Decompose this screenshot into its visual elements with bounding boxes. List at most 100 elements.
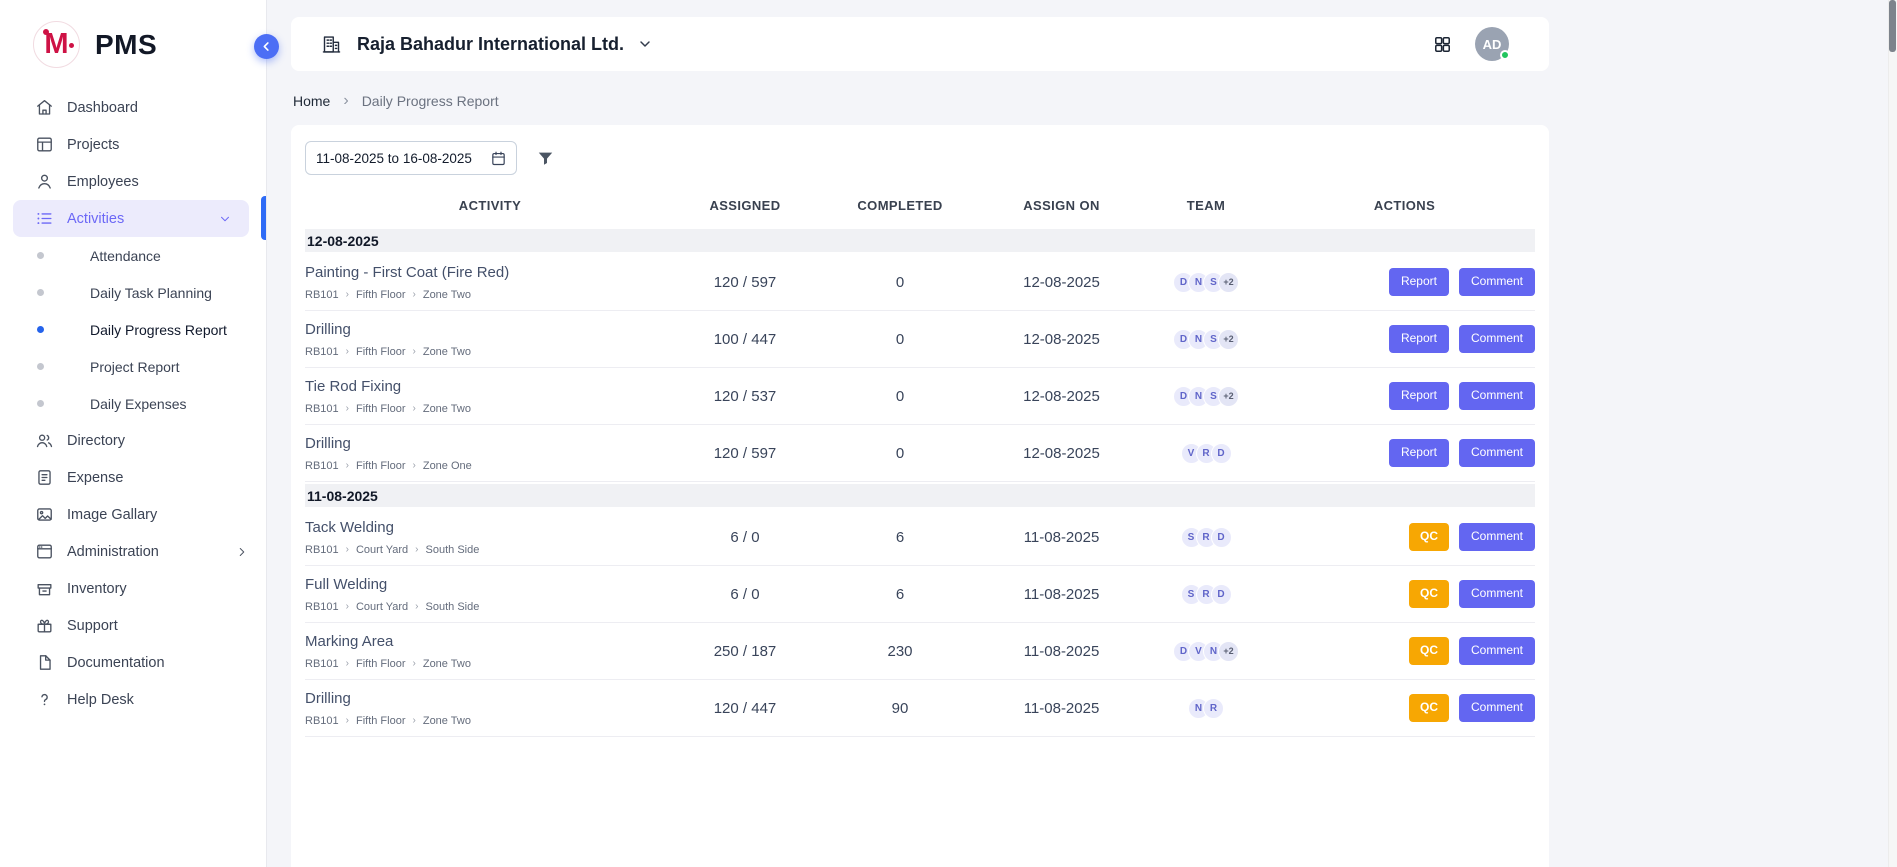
- user-avatar[interactable]: AD: [1475, 27, 1509, 61]
- assigned-value: 250 / 187: [675, 643, 815, 660]
- activity-title: Drilling: [305, 435, 675, 452]
- comment-button[interactable]: Comment: [1459, 637, 1535, 665]
- completed-value: 0: [815, 445, 985, 462]
- comment-button[interactable]: Comment: [1459, 439, 1535, 467]
- team-avatar: D: [1211, 584, 1232, 605]
- comment-button[interactable]: Comment: [1459, 523, 1535, 551]
- chevron-down-icon[interactable]: [637, 36, 653, 52]
- sidebar-item-directory[interactable]: Directory: [0, 422, 266, 459]
- date-range-input[interactable]: 11-08-2025 to 16-08-2025: [305, 141, 517, 175]
- sidebar-item-inventory[interactable]: Inventory: [0, 570, 266, 607]
- company-selector[interactable]: Raja Bahadur International Ltd.: [357, 34, 624, 55]
- actions-cell: QC Comment: [1274, 580, 1535, 608]
- actions-cell: Report Comment: [1274, 268, 1535, 296]
- report-button[interactable]: Report: [1389, 325, 1449, 353]
- chevron-right-icon: ›: [346, 658, 349, 669]
- table-row: Tie Rod Fixing RB101›Fifth Floor›Zone Tw…: [305, 368, 1535, 425]
- chevron-right-icon: ›: [346, 544, 349, 555]
- comment-button[interactable]: Comment: [1459, 382, 1535, 410]
- qc-button[interactable]: QC: [1409, 580, 1449, 608]
- sidebar-item-label: Employees: [67, 174, 139, 190]
- completed-value: 6: [815, 529, 985, 546]
- location-segment: Court Yard: [356, 601, 408, 613]
- location-segment: Zone One: [423, 460, 472, 472]
- administration-icon: [35, 542, 54, 561]
- filter-icon[interactable]: [536, 149, 555, 168]
- sidebar-item-help-desk[interactable]: Help Desk: [0, 681, 266, 718]
- assign-on-value: 11-08-2025: [985, 643, 1138, 660]
- sidebar-subitem-daily-task-planning[interactable]: Daily Task Planning: [0, 274, 266, 311]
- actions-cell: Report Comment: [1274, 325, 1535, 353]
- assigned-value: 120 / 597: [675, 445, 815, 462]
- activity-location: RB101›Fifth Floor›Zone Two: [305, 346, 675, 358]
- chevron-right-icon: ›: [346, 601, 349, 612]
- location-segment: South Side: [426, 544, 480, 556]
- team-extra-badge: +2: [1218, 329, 1239, 350]
- assign-on-value: 11-08-2025: [985, 700, 1138, 717]
- activity-location: RB101›Court Yard›South Side: [305, 601, 675, 613]
- logo-letter: M: [44, 30, 68, 59]
- sidebar-item-documentation[interactable]: Documentation: [0, 644, 266, 681]
- table-row: Tack Welding RB101›Court Yard›South Side…: [305, 509, 1535, 566]
- table-row: Painting - First Coat (Fire Red) RB101›F…: [305, 254, 1535, 311]
- team-cell: SRD: [1138, 584, 1274, 605]
- sidebar-item-administration[interactable]: Administration: [0, 533, 266, 570]
- sidebar-item-activities[interactable]: Activities: [13, 200, 249, 237]
- sidebar-item-dashboard[interactable]: Dashboard: [0, 89, 266, 126]
- sidebar-item-label: Administration: [67, 544, 159, 560]
- qc-button[interactable]: QC: [1409, 637, 1449, 665]
- sidebar-item-employees[interactable]: Employees: [0, 163, 266, 200]
- team-cell: SRD: [1138, 527, 1274, 548]
- page-scrollbar[interactable]: [1888, 0, 1897, 867]
- location-segment: RB101: [305, 715, 339, 727]
- sidebar-item-projects[interactable]: Projects: [0, 126, 266, 163]
- apps-grid-icon[interactable]: [1433, 35, 1452, 54]
- assigned-value: 120 / 447: [675, 700, 815, 717]
- location-segment: RB101: [305, 289, 339, 301]
- assign-on-value: 12-08-2025: [985, 274, 1138, 291]
- sidebar-subitem-project-report[interactable]: Project Report: [0, 348, 266, 385]
- activity-cell: Marking Area RB101›Fifth Floor›Zone Two: [305, 633, 675, 670]
- sidebar-item-image-gallary[interactable]: Image Gallary: [0, 496, 266, 533]
- scrollbar-thumb[interactable]: [1889, 0, 1896, 52]
- sidebar-item-label: Projects: [67, 137, 119, 153]
- table-row: Drilling RB101›Fifth Floor›Zone One 120 …: [305, 425, 1535, 482]
- activity-location: RB101›Fifth Floor›Zone One: [305, 460, 675, 472]
- report-button[interactable]: Report: [1389, 439, 1449, 467]
- activity-cell: Tie Rod Fixing RB101›Fifth Floor›Zone Tw…: [305, 378, 675, 415]
- comment-button[interactable]: Comment: [1459, 268, 1535, 296]
- assigned-value: 6 / 0: [675, 586, 815, 603]
- sidebar-subitem-daily-expenses[interactable]: Daily Expenses: [0, 385, 266, 422]
- actions-cell: QC Comment: [1274, 523, 1535, 551]
- table-body: 12-08-2025 Painting - First Coat (Fire R…: [305, 229, 1535, 737]
- topbar: Raja Bahadur International Ltd. AD: [291, 17, 1549, 71]
- sidebar-subitem-daily-progress-report[interactable]: Daily Progress Report: [0, 311, 266, 348]
- activity-cell: Painting - First Coat (Fire Red) RB101›F…: [305, 264, 675, 301]
- gallery-icon: [35, 505, 54, 524]
- sidebar-collapse-button[interactable]: [254, 34, 279, 59]
- assign-on-value: 12-08-2025: [985, 388, 1138, 405]
- location-segment: Fifth Floor: [356, 658, 406, 670]
- sidebar-item-label: Dashboard: [67, 100, 138, 116]
- report-button[interactable]: Report: [1389, 268, 1449, 296]
- qc-button[interactable]: QC: [1409, 694, 1449, 722]
- table-row: Drilling RB101›Fifth Floor›Zone Two 100 …: [305, 311, 1535, 368]
- sidebar-item-support[interactable]: Support: [0, 607, 266, 644]
- activity-location: RB101›Fifth Floor›Zone Two: [305, 715, 675, 727]
- sidebar-item-expense[interactable]: Expense: [0, 459, 266, 496]
- completed-value: 230: [815, 643, 985, 660]
- comment-button[interactable]: Comment: [1459, 694, 1535, 722]
- chevron-right-icon: ›: [346, 289, 349, 300]
- comment-button[interactable]: Comment: [1459, 580, 1535, 608]
- table-row: Drilling RB101›Fifth Floor›Zone Two 120 …: [305, 680, 1535, 737]
- location-segment: Zone Two: [423, 403, 471, 415]
- breadcrumb-home[interactable]: Home: [293, 93, 330, 109]
- actions-cell: QC Comment: [1274, 637, 1535, 665]
- report-button[interactable]: Report: [1389, 382, 1449, 410]
- team-avatar: R: [1203, 698, 1224, 719]
- directory-icon: [35, 431, 54, 450]
- documentation-icon: [35, 653, 54, 672]
- comment-button[interactable]: Comment: [1459, 325, 1535, 353]
- sidebar-subitem-attendance[interactable]: Attendance: [0, 237, 266, 274]
- qc-button[interactable]: QC: [1409, 523, 1449, 551]
